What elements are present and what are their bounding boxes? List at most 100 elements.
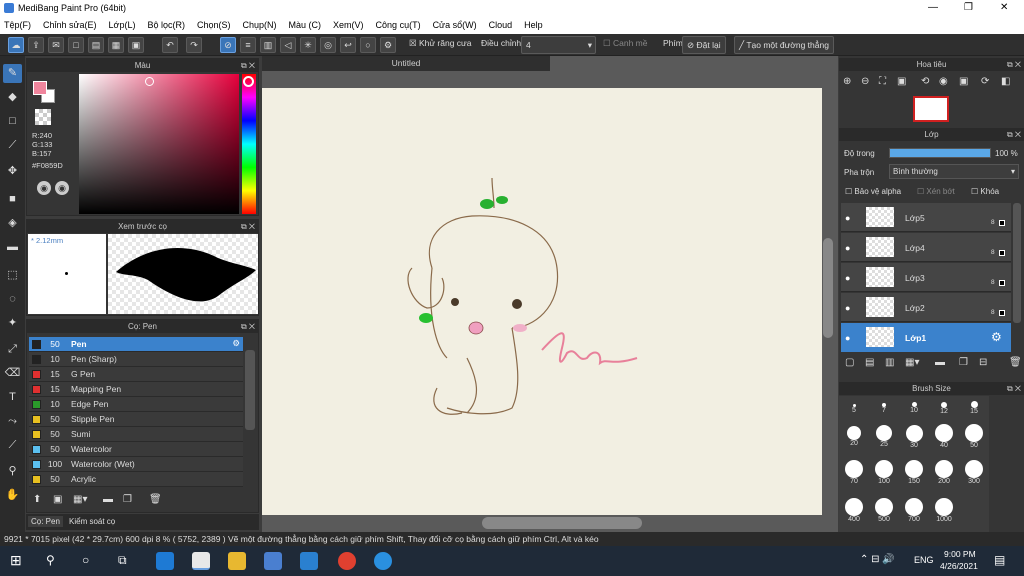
foreground-color-swatch[interactable]	[33, 81, 47, 95]
eye-icon[interactable]: ●	[845, 213, 850, 223]
correction-select[interactable]: 4 ▾	[521, 36, 596, 54]
flip-icon[interactable]: ▣	[959, 76, 968, 87]
edge-icon[interactable]	[156, 552, 174, 570]
trash-icon[interactable]: 🗑	[149, 494, 162, 505]
ruler-off-icon[interactable]: ⊘	[220, 37, 236, 53]
hue-slider[interactable]	[242, 74, 256, 214]
brush-list-scrollbar[interactable]	[245, 350, 255, 430]
horizontal-scrollbar[interactable]	[482, 517, 642, 529]
layer-item[interactable]: ● Lớp2 8	[841, 293, 1011, 322]
grid-ruler-icon[interactable]: ▥	[260, 37, 276, 53]
lasso-tool-icon[interactable]: ◌	[3, 290, 22, 309]
saturation-value-picker[interactable]	[79, 74, 239, 214]
lock-checkbox[interactable]: ☐ Khóa	[971, 187, 999, 196]
save-icon[interactable]: ▤	[88, 37, 104, 53]
brush-item[interactable]: 10 Edge Pen	[29, 397, 243, 412]
circle-icon[interactable]: ○	[360, 37, 376, 53]
size-cell[interactable]: 300	[959, 460, 989, 490]
rotate-right-icon[interactable]: ⟳	[981, 76, 989, 87]
menu-view[interactable]: Xem(V)	[333, 20, 364, 30]
divide-tool-icon[interactable]: ⟋	[3, 436, 22, 455]
store-icon[interactable]	[264, 552, 282, 570]
operation-tool-icon[interactable]: ⤳	[3, 412, 22, 431]
layer-item[interactable]: ● Lớp5 8	[841, 203, 1011, 232]
menu-edit[interactable]: Chỉnh sửa(E)	[43, 20, 97, 30]
zoom-out-icon[interactable]: ⊖	[861, 76, 869, 87]
color-settings-icon[interactable]: ◉	[55, 181, 69, 195]
notification-icon[interactable]: ▤	[994, 553, 1005, 567]
eye-icon[interactable]: ●	[845, 273, 850, 283]
menu-filter[interactable]: Bộ lọc(R)	[147, 20, 185, 30]
line-tool-icon[interactable]: ⟋	[3, 136, 22, 155]
redo-icon[interactable]: ↷	[186, 37, 202, 53]
tray-icons[interactable]: ⌃ ⊟ 🔊	[860, 554, 895, 565]
brush-item[interactable]: 10 Pen (Sharp)	[29, 352, 243, 367]
tab-brush-control[interactable]: Kiểm soát cọ	[66, 516, 118, 527]
protect-alpha-checkbox[interactable]: ☐ Bảo vệ alpha	[845, 187, 901, 196]
gear-ruler-icon[interactable]: ⚙	[380, 37, 396, 53]
canh-me-checkbox[interactable]: ☐ Canh mề	[603, 38, 647, 49]
size-cell[interactable]: 700	[899, 498, 929, 528]
tab-brush[interactable]: Cọ: Pen	[28, 516, 63, 527]
panel-close-icon[interactable]: ⧉ ✕	[1007, 58, 1021, 71]
mail-icon[interactable]	[300, 552, 318, 570]
eyedropper-tool-icon[interactable]: ⚲	[3, 462, 22, 481]
perspective-icon[interactable]: ◁	[280, 37, 296, 53]
zalo-icon[interactable]	[374, 552, 392, 570]
cortana-icon[interactable]: ○	[82, 553, 89, 567]
move-tool-icon[interactable]: ✥	[3, 162, 22, 181]
windows-start-icon[interactable]: ⊞	[10, 552, 22, 569]
gradient-tool-icon[interactable]: ▬	[3, 238, 22, 257]
close-button[interactable]: ✕	[1000, 2, 1008, 13]
minimize-button[interactable]: —	[928, 2, 938, 13]
concentric-icon[interactable]: ◎	[320, 37, 336, 53]
trash-icon[interactable]: 🗑	[1009, 357, 1022, 368]
select-eraser-tool-icon[interactable]: ⌫	[3, 364, 22, 383]
clock-date[interactable]: 4/26/2021	[940, 561, 978, 571]
folder-icon[interactable]: ▬	[103, 494, 113, 505]
size-cell[interactable]: 70	[839, 460, 869, 490]
size-cell[interactable]: 200	[929, 460, 959, 490]
size-cell[interactable]: 100	[869, 460, 899, 490]
maximize-button[interactable]: ❐	[964, 2, 973, 13]
menu-snap[interactable]: Chụp(N)	[243, 20, 277, 30]
drawing-canvas[interactable]	[262, 88, 822, 515]
menu-window[interactable]: Cửa sổ(W)	[433, 20, 477, 30]
brush-item[interactable]: 50 Watercolor	[29, 442, 243, 457]
transparent-swatch[interactable]	[35, 109, 51, 125]
antialias-checkbox[interactable]: ☒ Khử răng cưa	[409, 38, 471, 49]
brush-item[interactable]: 15 G Pen	[29, 367, 243, 382]
mirror-icon[interactable]: ◧	[1001, 76, 1010, 87]
clip-checkbox[interactable]: ☐ Xén bớt	[917, 187, 955, 196]
brush-item[interactable]: 50 Stipple Pen	[29, 412, 243, 427]
menu-color[interactable]: Màu (C)	[289, 20, 322, 30]
document-tab[interactable]: Untitled	[262, 56, 550, 71]
size-cell[interactable]: 40	[929, 424, 959, 454]
chrome-icon[interactable]	[338, 552, 356, 570]
rotate-reset-icon[interactable]: ◉	[939, 76, 948, 87]
layer-item[interactable]: ● Lớp4 8	[841, 233, 1011, 262]
bucket-tool-icon[interactable]: ◈	[3, 214, 22, 233]
blend-select[interactable]: Bình thường ▾	[889, 164, 1019, 179]
comment-icon[interactable]: ✉	[48, 37, 64, 53]
palette-icon[interactable]: ◉	[37, 181, 51, 195]
navigator-thumbnail[interactable]	[913, 96, 949, 122]
settings-icon[interactable]: ▣	[128, 37, 144, 53]
panel-close-icon[interactable]: ⧉ ✕	[241, 220, 255, 233]
size-cell[interactable]: 500	[869, 498, 899, 528]
magic-wand-tool-icon[interactable]: ✦	[3, 314, 22, 333]
gear-icon[interactable]: ⚙	[232, 338, 240, 349]
panel-close-icon[interactable]: ⧉ ✕	[1007, 382, 1021, 395]
new-halftone-layer-icon[interactable]: ▤	[865, 357, 874, 368]
eye-icon[interactable]: ●	[845, 243, 850, 253]
actual-size-icon[interactable]: ▣	[897, 76, 906, 87]
size-cell[interactable]: 150	[899, 460, 929, 490]
select-pen-tool-icon[interactable]: ⤢	[3, 340, 22, 359]
radial-icon[interactable]: ✳	[300, 37, 316, 53]
duplicate-layer-icon[interactable]: ❐	[959, 357, 968, 368]
vertical-scrollbar[interactable]	[823, 238, 833, 338]
new-layer-icon[interactable]: ▢	[845, 357, 854, 368]
layer-menu-icon[interactable]: ▦▾	[905, 357, 919, 368]
panel-close-icon[interactable]: ⧉ ✕	[241, 320, 255, 333]
brush-item[interactable]: 50 Sumi	[29, 427, 243, 442]
